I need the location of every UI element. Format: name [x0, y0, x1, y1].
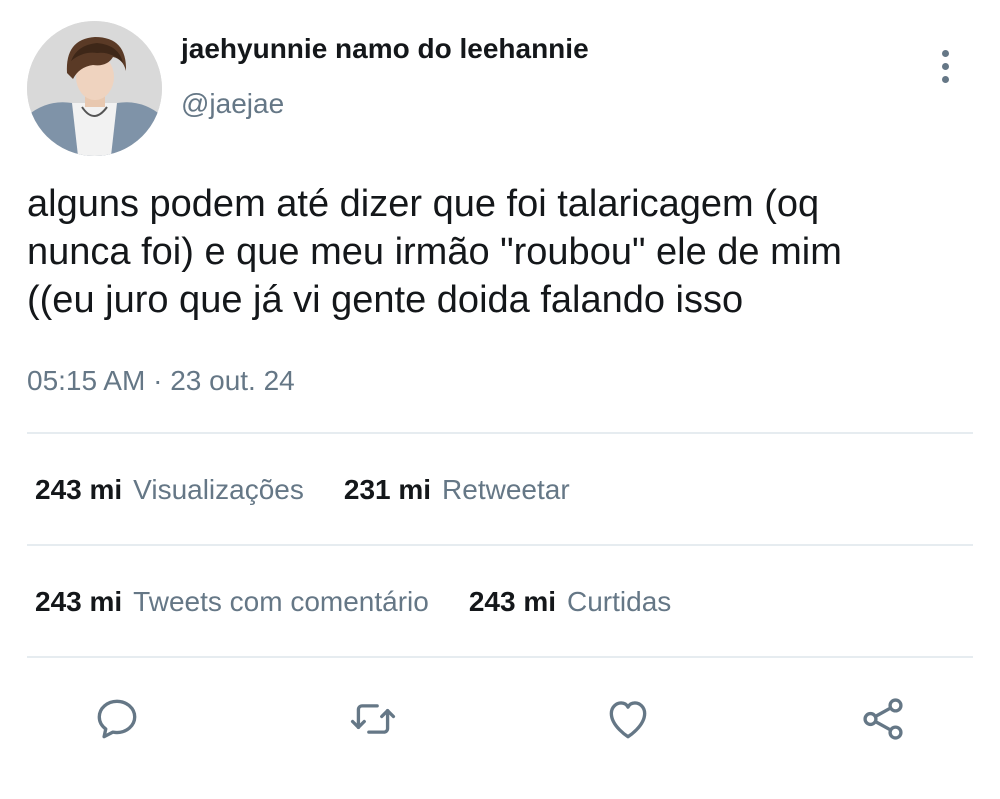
more-options-dot — [941, 75, 949, 83]
like-icon — [609, 701, 647, 739]
reply-icon — [97, 699, 137, 739]
more-options-icon — [941, 49, 949, 57]
more-options-button[interactable] — [928, 44, 962, 88]
retweet-icon — [350, 704, 396, 734]
tweet-text-line: alguns podem até dizer que foi talaricag… — [27, 183, 820, 225]
tweet-timestamp[interactable]: 05:15 AM · 23 out. 24 — [27, 365, 295, 397]
user-handle[interactable]: @jaejae — [181, 88, 284, 120]
stats-row: 243 mi Tweets com comentário 243 mi Curt… — [35, 586, 711, 618]
more-options-dot — [941, 62, 949, 70]
meta-separator: · — [153, 365, 163, 396]
like-button[interactable] — [601, 692, 655, 746]
views-count: 243 mi — [35, 474, 123, 505]
quotes-count: 243 mi — [35, 586, 123, 617]
display-name[interactable]: jaehyunnie namo do leehannie — [181, 33, 589, 65]
stats-row: 243 mi Visualizações 231 mi Retweetar — [35, 474, 610, 506]
quotes-label: Tweets com comentário — [133, 586, 429, 617]
quotes-stat[interactable]: 243 mi Tweets com comentário — [35, 586, 429, 618]
tweet-text-line: ((eu juro que já vi gente doida falando … — [27, 279, 744, 321]
views-label: Visualizações — [133, 474, 304, 505]
divider — [27, 432, 973, 434]
retweets-label: Retweetar — [442, 474, 570, 505]
divider — [27, 656, 973, 658]
divider — [27, 544, 973, 546]
retweets-stat[interactable]: 231 mi Retweetar — [344, 474, 570, 506]
likes-label: Curtidas — [567, 586, 672, 617]
tweet-date: 23 out. 24 — [170, 365, 295, 396]
tweet-text-line: nunca foi) e que meu irmão "roubou" ele … — [27, 231, 842, 273]
retweets-count: 231 mi — [343, 474, 432, 505]
avatar[interactable] — [27, 21, 162, 156]
likes-count: 243 mi — [468, 586, 557, 617]
tweet-card: jaehyunnie namo do leehannie @jaejae alg… — [0, 0, 1000, 799]
share-icon — [863, 698, 903, 740]
share-button[interactable] — [856, 692, 910, 746]
retweet-button[interactable] — [346, 692, 400, 746]
profile-photo-icon — [27, 21, 162, 156]
likes-stat[interactable]: 243 mi Curtidas — [469, 586, 671, 618]
views-stat[interactable]: 243 mi Visualizações — [35, 474, 304, 506]
tweet-text: alguns podem até dizer que foi talaricag… — [27, 180, 967, 324]
reply-button[interactable] — [90, 692, 144, 746]
tweet-time: 05:15 AM — [27, 365, 146, 396]
